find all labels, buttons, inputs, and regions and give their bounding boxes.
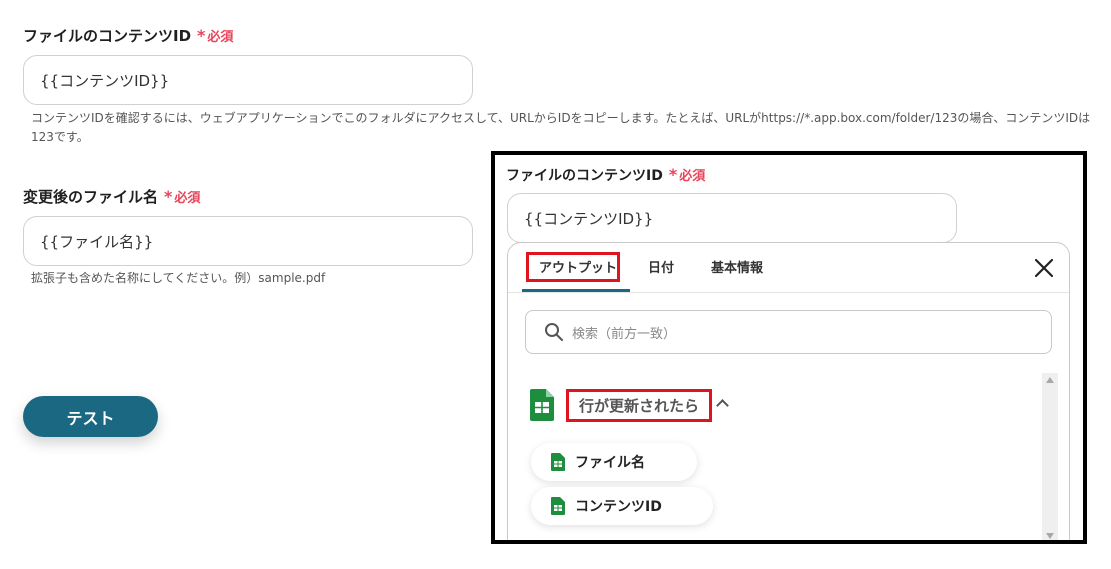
close-icon[interactable]	[1033, 257, 1055, 279]
required-text: 必須	[174, 191, 201, 206]
output-item-label: ファイル名	[575, 455, 645, 471]
output-item[interactable]: コンテンツID	[531, 487, 713, 525]
google-sheets-icon	[551, 453, 565, 471]
search-icon	[545, 323, 563, 341]
content-id-help-line2: 123です。	[31, 130, 89, 144]
overlay-label-text: ファイルのコンテンツID	[506, 168, 663, 184]
asterisk-icon: *	[197, 26, 206, 45]
google-sheets-icon	[530, 389, 554, 425]
asterisk-icon: *	[164, 187, 173, 206]
content-id-label: ファイルのコンテンツID * 必須	[23, 25, 233, 46]
scrollbar[interactable]	[1042, 373, 1058, 540]
google-sheets-icon	[551, 497, 565, 515]
new-filename-value: {{ファイル名}}	[40, 232, 154, 251]
required-badge: * 必須	[669, 165, 706, 184]
required-badge: * 必須	[197, 26, 234, 45]
content-id-help: コンテンツIDを確認するには、ウェブアプリケーションでこのフォルダにアクセスして…	[31, 109, 1096, 147]
zoom-overlay: ファイルのコンテンツID * 必須 {{コンテンツID}} アウトプット 日付 基本…	[491, 151, 1087, 544]
output-item-label: コンテンツID	[575, 499, 662, 515]
output-item[interactable]: ファイル名	[531, 443, 697, 481]
overlay-content-id-label: ファイルのコンテンツID * 必須	[506, 165, 705, 185]
new-filename-help: 拡張子も含めた名称にしてください。例）sample.pdf	[31, 271, 326, 285]
active-tab-indicator	[522, 289, 630, 292]
required-text: 必須	[207, 30, 234, 45]
overlay-content-id-value: {{コンテンツID}}	[524, 209, 654, 228]
content-id-help-line1: コンテンツIDを確認するには、ウェブアプリケーションでこのフォルダにアクセスして…	[31, 111, 1091, 125]
chevron-up-icon[interactable]	[716, 399, 729, 412]
new-filename-label: 変更後のファイル名 * 必須	[23, 186, 200, 207]
tab-basic-info[interactable]: 基本情報	[711, 257, 763, 276]
tab-output[interactable]: アウトプット	[539, 257, 617, 276]
content-id-value: {{コンテンツID}}	[40, 71, 170, 90]
test-button[interactable]: テスト	[23, 396, 158, 437]
overlay-content-id-input[interactable]: {{コンテンツID}}	[507, 193, 957, 243]
trigger-group-title-text: 行が更新されたら	[578, 397, 699, 415]
search-placeholder: 検索（前方一致）	[572, 326, 677, 342]
trigger-group-title[interactable]: 行が更新されたら	[566, 389, 712, 422]
scroll-down-icon[interactable]	[1046, 533, 1054, 539]
required-badge: * 必須	[164, 187, 201, 206]
content-id-input[interactable]: {{コンテンツID}}	[23, 55, 473, 105]
variable-picker-popup: アウトプット 日付 基本情報 検索（前方一致） 行が更新されたら ファイル名 コ…	[507, 242, 1070, 540]
tab-date[interactable]: 日付	[648, 257, 674, 276]
content-id-label-text: ファイルのコンテンツID	[23, 27, 192, 45]
asterisk-icon: *	[668, 165, 678, 184]
search-input[interactable]: 検索（前方一致）	[525, 310, 1052, 354]
new-filename-input[interactable]: {{ファイル名}}	[23, 216, 473, 266]
required-text: 必須	[679, 169, 706, 184]
scroll-up-icon[interactable]	[1046, 377, 1054, 383]
popup-tabs: アウトプット 日付 基本情報	[508, 243, 1069, 293]
new-filename-label-text: 変更後のファイル名	[23, 188, 159, 206]
